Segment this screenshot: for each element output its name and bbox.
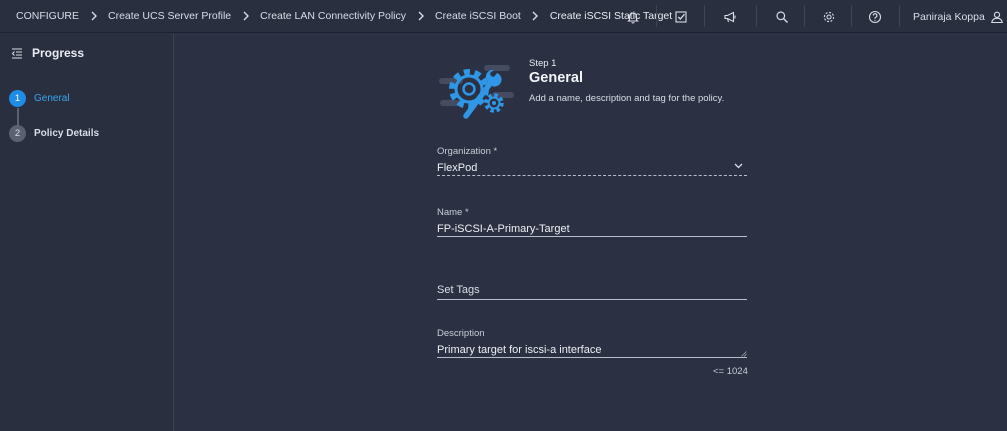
breadcrumb-create-iscsi-static-target: Create iSCSI Static Target [549, 10, 673, 22]
toolbar-divider [899, 5, 900, 27]
page-title: General [529, 70, 583, 86]
megaphone-icon[interactable] [720, 7, 740, 27]
name-field: Name * FP-iSCSI-A-Primary-Target [437, 207, 747, 237]
breadcrumb: CONFIGURE Create UCS Server Profile Crea… [0, 0, 672, 33]
progress-sidebar: Progress 1 General 2 Policy Details [0, 34, 174, 431]
breadcrumb-configure[interactable]: CONFIGURE [16, 10, 79, 22]
gear-icon[interactable] [819, 7, 839, 27]
organization-value: FlexPod [437, 162, 478, 174]
breadcrumb-create-iscsi-boot[interactable]: Create iSCSI Boot [435, 10, 521, 22]
toolbar-divider [704, 5, 705, 27]
resize-handle-icon[interactable] [741, 351, 747, 357]
step-label: General [34, 93, 70, 104]
set-tags-input[interactable]: Set Tags [437, 282, 747, 300]
toolbar-divider [851, 5, 852, 27]
user-name: Paniraja Koppa [913, 10, 985, 23]
chevron-right-icon [231, 11, 260, 21]
tags-field: Set Tags [437, 282, 747, 300]
step-indicator: Step 1 [529, 58, 557, 69]
description-label: Description [437, 328, 485, 339]
page-description: Add a name, description and tag for the … [529, 93, 725, 104]
step-number: 2 [9, 125, 26, 142]
task-check-icon[interactable] [671, 7, 691, 27]
sidebar-header: Progress [0, 34, 173, 72]
search-icon[interactable] [772, 7, 792, 27]
character-limit: <= 1024 [713, 366, 748, 377]
chevron-right-icon [521, 11, 550, 21]
collapse-menu-icon[interactable] [11, 47, 23, 59]
breadcrumb-create-lan-connectivity-policy[interactable]: Create LAN Connectivity Policy [260, 10, 406, 22]
chevron-right-icon [79, 11, 108, 21]
help-icon[interactable] [865, 7, 885, 27]
organization-label: Organization * [437, 146, 498, 157]
bell-icon[interactable] [623, 7, 643, 27]
gear-wrench-icon [436, 56, 516, 122]
toolbar-divider [804, 5, 805, 27]
chevron-right-icon [406, 11, 435, 21]
organization-field: Organization * FlexPod [437, 146, 747, 176]
user-menu[interactable]: Paniraja Koppa [913, 0, 1004, 33]
progress-step-general[interactable]: 1 General [9, 90, 70, 107]
progress-step-policy-details[interactable]: 2 Policy Details [9, 125, 99, 142]
breadcrumb-create-ucs-server-profile[interactable]: Create UCS Server Profile [108, 10, 231, 22]
organization-select[interactable]: FlexPod [437, 157, 747, 176]
toolbar-divider [756, 5, 757, 27]
name-label: Name * [437, 207, 469, 218]
top-bar: CONFIGURE Create UCS Server Profile Crea… [0, 0, 1007, 33]
sidebar-title: Progress [32, 46, 85, 60]
description-textarea[interactable]: Primary target for iscsi-a interface [437, 339, 747, 358]
user-icon [990, 10, 1004, 24]
step-number: 1 [9, 90, 26, 107]
chevron-down-icon [734, 163, 743, 169]
name-input[interactable]: FP-iSCSI-A-Primary-Target [437, 218, 747, 237]
step-label: Policy Details [34, 128, 100, 139]
step-connector [17, 108, 19, 125]
description-field: Description Primary target for iscsi-a i… [437, 328, 747, 358]
